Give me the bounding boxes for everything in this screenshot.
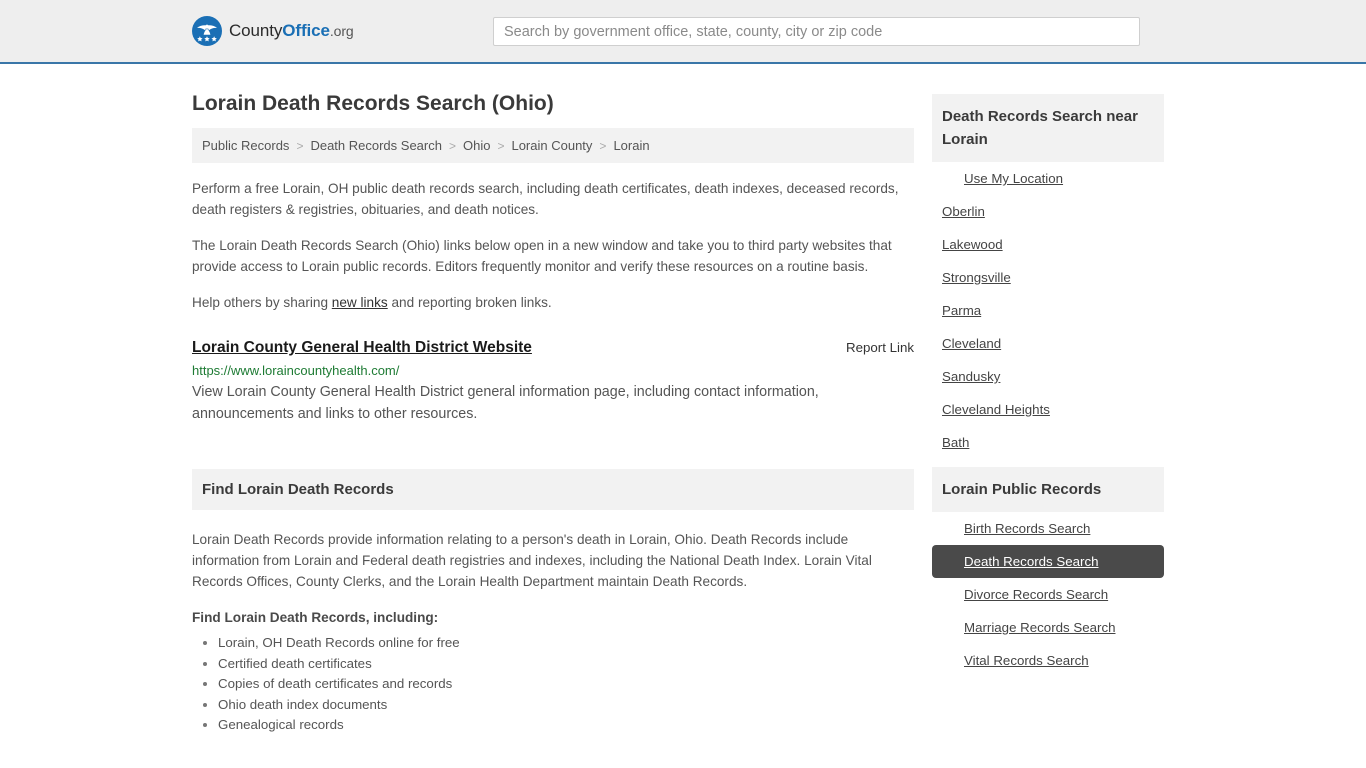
- breadcrumb-item-death-records-search[interactable]: Death Records Search: [310, 138, 442, 153]
- sidebar-item-use-my-location[interactable]: Use My Location: [932, 162, 1164, 195]
- intro-paragraph-2: The Lorain Death Records Search (Ohio) l…: [192, 238, 892, 274]
- eagle-seal-icon: [192, 16, 222, 46]
- brand-part-org: .org: [329, 23, 354, 39]
- sidebar-public-records-box: Lorain Public Records Birth Records Sear…: [932, 467, 1164, 677]
- list-item: Birth Records Search: [932, 512, 1164, 545]
- list-item: Divorce Records Search: [932, 578, 1164, 611]
- page-title: Lorain Death Records Search (Ohio): [192, 92, 554, 115]
- sidebar-item-strongsville[interactable]: Strongsville: [932, 261, 1164, 294]
- site-logo-link[interactable]: CountyOffice.org: [192, 16, 354, 46]
- page-container: Lorain Death Records Search (Ohio) Publi…: [0, 64, 1366, 736]
- sidebar-item-parma[interactable]: Parma: [932, 294, 1164, 327]
- sidebar-near-list: Use My Location Oberlin Lakewood Strongs…: [932, 162, 1164, 459]
- result-header-row: Lorain County General Health District We…: [192, 339, 914, 357]
- new-links-link[interactable]: new links: [332, 295, 388, 310]
- sidebar-item-death-records-search[interactable]: Death Records Search: [932, 545, 1164, 578]
- sidebar: Death Records Search near Lorain Use My …: [932, 64, 1164, 685]
- report-link-button[interactable]: Report Link: [846, 340, 914, 355]
- breadcrumb-item-lorain: Lorain: [613, 138, 650, 153]
- find-records-subheading: Find Lorain Death Records, including:: [192, 610, 439, 625]
- sidebar-item-marriage-records-search[interactable]: Marriage Records Search: [932, 611, 1164, 644]
- breadcrumb-item-ohio[interactable]: Ohio: [463, 138, 490, 153]
- brand-part-office: Office: [282, 21, 330, 40]
- sidebar-item-bath[interactable]: Bath: [932, 426, 1164, 459]
- find-records-heading: Find Lorain Death Records: [192, 469, 914, 510]
- share-text-after: and reporting broken links.: [387, 295, 552, 310]
- list-item: Death Records Search: [932, 545, 1164, 578]
- sidebar-item-lakewood[interactable]: Lakewood: [932, 228, 1164, 261]
- list-item: Parma: [932, 294, 1164, 327]
- list-item: Sandusky: [932, 360, 1164, 393]
- breadcrumb-separator: >: [599, 138, 607, 153]
- find-records-body: Lorain Death Records provide information…: [192, 510, 914, 736]
- breadcrumb-separator: >: [448, 138, 456, 153]
- breadcrumb-separator: >: [497, 138, 505, 153]
- sidebar-near-box: Death Records Search near Lorain Use My …: [932, 94, 1164, 459]
- sidebar-public-records-heading: Lorain Public Records: [932, 467, 1164, 512]
- intro-paragraph-1: Perform a free Lorain, OH public death r…: [192, 181, 899, 217]
- list-item: Marriage Records Search: [932, 611, 1164, 644]
- find-records-paragraph: Lorain Death Records provide information…: [192, 532, 872, 589]
- result-description: View Lorain County General Health Distri…: [192, 384, 819, 422]
- breadcrumb-separator: >: [296, 138, 304, 153]
- list-item: Ohio death index documents: [218, 695, 914, 716]
- site-header: CountyOffice.org: [0, 0, 1366, 64]
- result-title-link[interactable]: Lorain County General Health District We…: [192, 339, 532, 357]
- sidebar-item-birth-records-search[interactable]: Birth Records Search: [932, 512, 1164, 545]
- breadcrumb: Public Records > Death Records Search > …: [192, 128, 914, 163]
- intro-paragraph-3: Help others by sharing new links and rep…: [192, 292, 914, 313]
- search-input[interactable]: [493, 17, 1140, 46]
- sidebar-item-cleveland[interactable]: Cleveland: [932, 327, 1164, 360]
- list-item: Oberlin: [932, 195, 1164, 228]
- find-records-list: Lorain, OH Death Records online for free…: [192, 633, 914, 736]
- list-item: Cleveland Heights: [932, 393, 1164, 426]
- sidebar-item-vital-records-search[interactable]: Vital Records Search: [932, 644, 1164, 677]
- list-item: Genealogical records: [218, 715, 914, 736]
- list-item: Bath: [932, 426, 1164, 459]
- brand-part-county: County: [229, 21, 283, 40]
- sidebar-near-heading: Death Records Search near Lorain: [932, 94, 1164, 162]
- sidebar-item-cleveland-heights[interactable]: Cleveland Heights: [932, 393, 1164, 426]
- list-item: Certified death certificates: [218, 654, 914, 675]
- result-item: Lorain County General Health District We…: [192, 339, 914, 425]
- main-content: Lorain Death Records Search (Ohio) Publi…: [192, 64, 914, 736]
- list-item: Strongsville: [932, 261, 1164, 294]
- breadcrumb-item-public-records[interactable]: Public Records: [202, 138, 289, 153]
- sidebar-item-sandusky[interactable]: Sandusky: [932, 360, 1164, 393]
- list-item: Use My Location: [932, 162, 1164, 195]
- sidebar-item-oberlin[interactable]: Oberlin: [932, 195, 1164, 228]
- list-item: Lorain, OH Death Records online for free: [218, 633, 914, 654]
- sidebar-item-divorce-records-search[interactable]: Divorce Records Search: [932, 578, 1164, 611]
- brand-wordmark: CountyOffice.org: [229, 21, 354, 41]
- breadcrumb-item-lorain-county[interactable]: Lorain County: [511, 138, 592, 153]
- sidebar-public-records-list: Birth Records Search Death Records Searc…: [932, 512, 1164, 677]
- list-item: Copies of death certificates and records: [218, 674, 914, 695]
- list-item: Cleveland: [932, 327, 1164, 360]
- list-item: Lakewood: [932, 228, 1164, 261]
- share-text-before: Help others by sharing: [192, 295, 332, 310]
- content-columns: Lorain Death Records Search (Ohio) Publi…: [192, 64, 1174, 736]
- search-container: [493, 17, 1140, 46]
- result-url[interactable]: https://www.loraincountyhealth.com/: [192, 363, 914, 378]
- list-item: Vital Records Search: [932, 644, 1164, 677]
